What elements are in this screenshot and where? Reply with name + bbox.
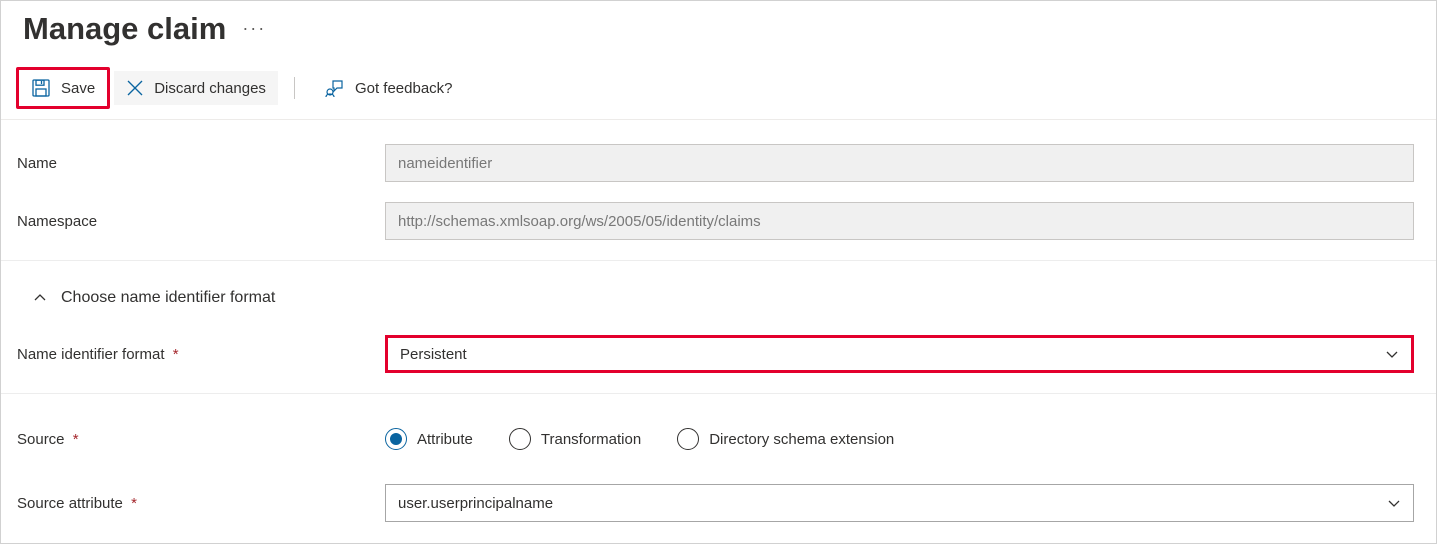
discard-button-label: Discard changes	[154, 80, 266, 97]
source-label-text: Source	[17, 431, 65, 448]
required-asterisk: *	[173, 346, 179, 363]
feedback-icon	[323, 78, 345, 98]
source-label: Source *	[15, 431, 385, 448]
source-radio-group: Attribute Transformation Directory schem…	[385, 428, 1422, 450]
name-label: Name	[15, 155, 385, 172]
discard-button[interactable]: Discard changes	[114, 71, 278, 105]
section-toggle-name-format[interactable]: Choose name identifier format	[1, 271, 1436, 325]
feedback-button-label: Got feedback?	[355, 80, 453, 97]
source-attribute-row: Source attribute * user.userprincipalnam…	[1, 474, 1436, 532]
namespace-input	[385, 202, 1414, 240]
source-attribute-label: Source attribute *	[15, 495, 385, 512]
separator	[1, 393, 1436, 394]
more-ellipsis-icon[interactable]: ···	[242, 18, 266, 41]
name-input	[385, 144, 1414, 182]
section-toggle-label: Choose name identifier format	[61, 289, 275, 307]
chevron-down-icon	[1385, 347, 1399, 361]
chevron-up-icon	[33, 291, 47, 305]
command-bar: Save Discard changes Got feedback?	[1, 49, 1436, 120]
source-radio-directory-label: Directory schema extension	[709, 431, 894, 448]
name-identifier-format-label: Name identifier format *	[15, 346, 385, 363]
name-identifier-format-select[interactable]: Persistent	[385, 335, 1414, 373]
required-asterisk: *	[131, 495, 137, 512]
source-attribute-label-text: Source attribute	[17, 495, 123, 512]
form-area: Name Namespace Choose name identifier fo…	[1, 120, 1436, 532]
page-header: Manage claim ···	[1, 1, 1436, 49]
separator	[1, 260, 1436, 261]
source-radio-directory[interactable]: Directory schema extension	[677, 428, 894, 450]
page-title: Manage claim	[23, 11, 226, 47]
chevron-down-icon	[1387, 496, 1401, 510]
save-icon	[31, 78, 51, 98]
feedback-button[interactable]: Got feedback?	[311, 70, 465, 106]
source-attribute-select[interactable]: user.userprincipalname	[385, 484, 1414, 522]
source-radio-attribute-label: Attribute	[417, 431, 473, 448]
source-row: Source * Attribute Transformation Direct…	[1, 404, 1436, 474]
source-radio-transformation-label: Transformation	[541, 431, 641, 448]
save-button[interactable]: Save	[16, 67, 110, 109]
source-attribute-value: user.userprincipalname	[398, 495, 553, 512]
name-identifier-format-label-text: Name identifier format	[17, 346, 165, 363]
save-button-label: Save	[61, 80, 95, 97]
close-icon	[126, 79, 144, 97]
name-identifier-format-value: Persistent	[400, 346, 467, 363]
radio-selected-icon	[385, 428, 407, 450]
namespace-label: Namespace	[15, 213, 385, 230]
toolbar-divider	[294, 77, 295, 99]
source-radio-transformation[interactable]: Transformation	[509, 428, 641, 450]
radio-unselected-icon	[509, 428, 531, 450]
namespace-row: Namespace	[1, 192, 1436, 250]
name-row: Name	[1, 134, 1436, 192]
required-asterisk: *	[73, 431, 79, 448]
source-radio-attribute[interactable]: Attribute	[385, 428, 473, 450]
name-identifier-format-row: Name identifier format * Persistent	[1, 325, 1436, 383]
radio-unselected-icon	[677, 428, 699, 450]
